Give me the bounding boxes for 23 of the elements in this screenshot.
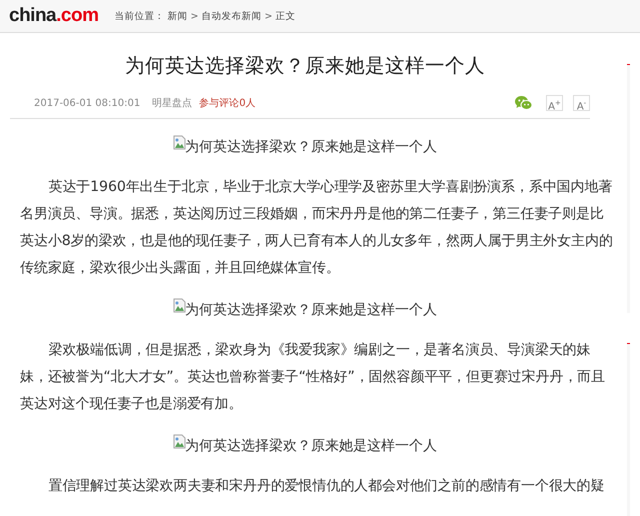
logo-link[interactable]: china.com <box>9 5 98 27</box>
article-paragraph: 置信理解过英达梁欢两夫妻和宋丹丹的爱恨情仇的人都会对他们之前的感情有一个很大的疑 <box>47 477 606 496</box>
image-alt-text: 为何英达选择梁欢？原来她是这样一个人 <box>185 437 437 455</box>
broken-image-icon <box>173 298 187 313</box>
broken-image-icon <box>173 434 187 449</box>
breadcrumb-separator: > <box>264 10 272 22</box>
article-paragraph: 梁欢极端低调，但是据悉，梁欢身为《我爱我家》编剧之一，是著名演员、导演梁天的妹妹，还被誉为“北大才女”。英达也曾称誉妻子“性格好”，固然容颜平平，但更赛过宋丹丹，而且英达对这个现任妻子也是溺爱有加。 <box>19 341 606 414</box>
breadcrumb-label: 当前位置： <box>114 10 164 22</box>
breadcrumb-link[interactable]: 新闻 <box>167 10 188 22</box>
image-alt-text: 为何英达选择梁欢？原来她是这样一个人 <box>185 301 437 319</box>
breadcrumb-link[interactable]: 正文 <box>275 10 296 22</box>
source-label: 明星盘点 <box>152 96 192 110</box>
publish-date: 2017-06-01 08:10:01 <box>34 98 140 108</box>
article-paragraph: 英达于1960年出生于北京，毕业于北京大学心理学及密苏里大学喜剧扮演系，系中国内地著名男演员、导演。据悉，英达阅历过三段婚姻，而宋丹丹是他的第二任妻子，第三任妻子则是比英达小8岁的梁欢，也是他的现任妻子，两人已育有本人的儿女多年，然两人属于男主外女主内的传统家庭，梁欢很少出头露面，并且回绝媒体宣传。 <box>19 178 614 278</box>
font-increase-button[interactable]: A$^{+}$ <box>546 95 563 111</box>
image-alt-text: 为何英达选择梁欢？原来她是这样一个人 <box>185 138 437 156</box>
comments-link[interactable]: 参与评论0人 <box>199 96 256 110</box>
font-decrease-button[interactable]: A$^{-}$ <box>573 95 590 111</box>
article-title: 为何英达选择梁欢？原来她是这样一个人 <box>124 53 486 79</box>
broken-image-icon <box>173 135 187 150</box>
breadcrumb-link[interactable]: 自动发布新闻 <box>201 10 262 22</box>
breadcrumb-separator: > <box>190 10 198 22</box>
wechat-share-icon[interactable] <box>515 96 532 110</box>
